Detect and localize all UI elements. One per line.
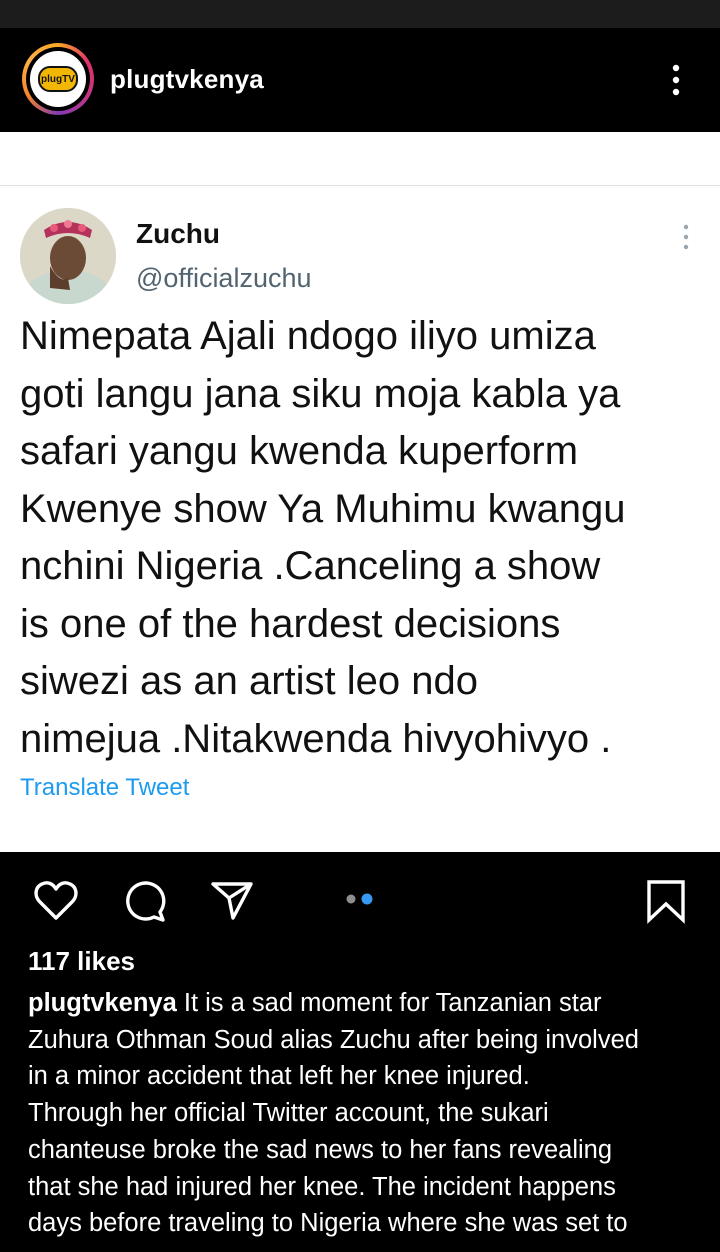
plugtv-logo: plugTV — [30, 51, 86, 107]
post-username[interactable]: plugtvkenya — [110, 64, 264, 95]
caption-text: It is a sad moment for Tanzanian star — [176, 989, 602, 1017]
tweet-more-icon — [683, 224, 689, 250]
tweet-author-name: Zuchu — [136, 218, 220, 249]
tweet-line: is one of the hardest decisions — [20, 601, 561, 646]
translate-tweet-link: Translate Tweet — [20, 774, 190, 801]
carousel-indicator — [346, 893, 373, 905]
status-bar — [0, 0, 720, 28]
more-vert-icon[interactable] — [664, 62, 688, 98]
caption-line: days before traveling to Nigeria where s… — [28, 1209, 628, 1238]
tweet-line: safari yangu kwenda kuperform — [20, 429, 579, 473]
tweet-text: Nimepata Ajali ndogo iliyo umiza goti la… — [20, 308, 710, 768]
tweet-line: nchini Nigeria .Canceling a show — [20, 544, 601, 588]
caption-username[interactable]: plugtvkenya — [28, 989, 177, 1017]
tweet-line: siwezi as an artist leo ndo — [20, 659, 479, 703]
tweet-line: nimejua .Nitakwenda hivyohivyo . — [20, 716, 612, 761]
caption-line: Through her official Twitter account, th… — [28, 1099, 549, 1128]
tweet-author-avatar — [20, 208, 116, 304]
post-action-bar — [0, 852, 720, 946]
heart-icon[interactable] — [33, 878, 79, 924]
share-icon[interactable] — [209, 878, 255, 924]
caption-line: in a minor accident that left her knee i… — [28, 1062, 530, 1091]
divider — [0, 185, 720, 186]
caption-line: that she had injured her knee. The incid… — [28, 1172, 616, 1201]
caption-line: plugtvkenya It is a sad moment for Tanza… — [28, 985, 700, 1022]
caption-line: Zuhura Othman Soud alias Zuchu after bei… — [28, 1025, 639, 1054]
tweet-line: goti langu jana siku moja kabla ya — [20, 371, 621, 416]
comment-icon[interactable] — [121, 878, 167, 924]
post-caption: plugtvkenya It is a sad moment for Tanza… — [28, 985, 700, 1242]
tweet-line: Kwenye show Ya Muhimu kwangu — [20, 486, 626, 531]
tweet-line: Nimepata Ajali ndogo iliyo umiza — [20, 314, 596, 358]
caption-line: chanteuse broke the sad news to her fans… — [28, 1135, 613, 1164]
post-header: plugTV plugtvkenya — [0, 28, 720, 132]
bookmark-icon[interactable] — [643, 878, 689, 924]
tweet-author-handle: @officialzuchu — [136, 263, 312, 293]
tweet-screenshot: Zuchu @officialzuchu Nimepata Ajali ndog… — [0, 132, 720, 852]
profile-avatar[interactable]: plugTV — [22, 43, 94, 115]
likes-count[interactable]: 117 likes — [28, 946, 135, 977]
